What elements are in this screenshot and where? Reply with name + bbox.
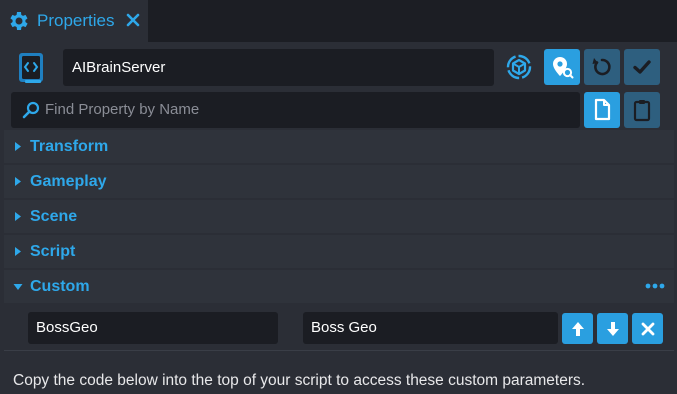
reset-icon [592,58,611,76]
locate-button[interactable] [544,49,580,85]
chevron-down-icon [13,284,23,290]
chevron-right-icon [15,142,21,151]
section-scene[interactable]: Scene [4,200,674,233]
section-gameplay[interactable]: Gameplay [4,165,674,198]
arrow-up-icon [571,321,584,336]
section-label: Transform [30,138,109,155]
networked-cube-icon[interactable] [503,51,535,83]
close-icon [641,322,654,335]
custom-param-value-field[interactable]: Boss Geo [303,312,558,344]
copy-icon [594,98,611,121]
more-options-icon[interactable] [644,279,666,293]
gear-icon [10,12,28,30]
section-script[interactable]: Script [4,235,674,268]
search-input[interactable]: Find Property by Name [11,92,580,128]
chevron-right-icon [15,177,21,186]
custom-param-name-field[interactable]: BossGeo [28,312,278,344]
section-transform[interactable]: Transform [4,130,674,163]
move-up-button[interactable] [562,313,593,344]
close-icon[interactable] [122,9,144,31]
script-icon [19,53,43,83]
reset-button[interactable] [584,49,620,85]
section-label: Gameplay [30,173,107,190]
remove-param-button[interactable] [632,313,663,344]
tab-properties[interactable]: Properties [0,0,148,42]
checkmark-icon [633,60,651,74]
section-label: Custom [30,278,90,295]
search-icon [22,101,40,119]
copy-button[interactable] [584,92,620,128]
section-label: Scene [30,208,78,225]
divider [4,350,674,351]
chevron-right-icon [15,212,21,221]
tab-bar: Properties [0,0,677,42]
tab-title: Properties [37,11,115,30]
apply-button[interactable] [624,49,660,85]
custom-params-help-text: Copy the code below into the top of your… [13,372,586,389]
section-custom[interactable]: Custom [4,270,674,303]
object-name-field[interactable]: AIBrainServer [63,49,494,86]
search-placeholder: Find Property by Name [45,101,200,118]
arrow-down-icon [606,321,619,336]
chevron-right-icon [15,247,21,256]
section-label: Script [30,243,76,260]
paste-button[interactable] [624,92,660,128]
move-down-button[interactable] [597,313,628,344]
locate-pin-icon [553,57,574,79]
clipboard-icon [633,100,651,122]
